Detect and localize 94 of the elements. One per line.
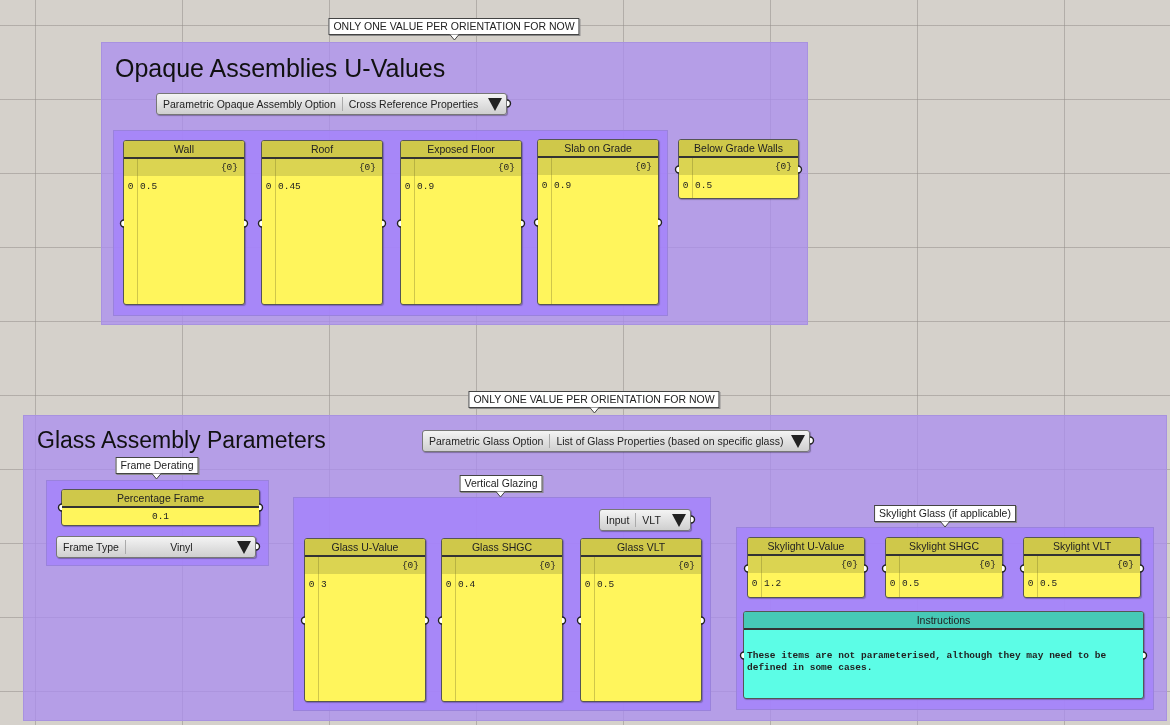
panel-header: Glass VLT (581, 539, 701, 557)
tree-path-label: {0} (677, 560, 695, 571)
index-label: 0 (751, 578, 758, 589)
tree-path-label: {0} (840, 559, 858, 570)
panel-header: Instructions (744, 612, 1143, 630)
value-text: 0.4 (458, 579, 476, 590)
tree-path-label: {0} (774, 161, 792, 172)
input-port-icon[interactable] (56, 503, 62, 512)
value-list-dropdown[interactable]: Parametric Opaque Assembly Option Cross Reference Properties (156, 93, 507, 115)
output-port-icon[interactable] (810, 436, 816, 445)
output-port-icon[interactable] (256, 542, 262, 551)
panel-header: Wall (124, 141, 244, 159)
panel-header: Skylight U-Value (748, 538, 864, 556)
panel-header: Exposed Floor (401, 141, 521, 159)
value-text: 0.9 (554, 180, 572, 191)
callout-pointer-icon (152, 473, 162, 479)
output-port-icon[interactable] (521, 218, 527, 228)
callout-pointer-icon (940, 521, 950, 527)
caret-icon (488, 97, 502, 111)
index-label: 0 (889, 578, 896, 589)
output-port-icon[interactable] (425, 616, 431, 625)
output-port-icon[interactable] (1143, 651, 1149, 660)
callout-pointer-icon (449, 34, 459, 40)
output-port-icon[interactable] (658, 218, 664, 227)
output-port-icon[interactable] (1140, 563, 1146, 573)
caret-icon (791, 434, 805, 448)
value-text: 0.1 (151, 511, 170, 522)
note-text: These items are not parameterised, although they may need to be defined in some cases. (746, 650, 1108, 674)
panel-header: Skylight VLT (1024, 538, 1140, 556)
output-port-icon[interactable] (864, 563, 870, 573)
output-port-icon[interactable] (382, 218, 388, 228)
value-list-dropdown[interactable]: Frame Type Vinyl (56, 536, 256, 558)
output-port-icon[interactable] (691, 515, 697, 524)
output-port-icon[interactable] (507, 99, 513, 108)
group-title: Glass Assembly Parameters (37, 429, 326, 452)
input-port-icon[interactable] (118, 218, 124, 228)
value-text: 0.45 (278, 181, 301, 192)
tree-path-label: {0} (220, 162, 238, 173)
value-text: 0.5 (597, 579, 615, 590)
tree-path-label: {0} (401, 560, 419, 571)
group-title: Opaque Assemblies U-Values (115, 56, 446, 81)
panel-header: Skylight SHGC (886, 538, 1002, 556)
output-port-icon[interactable] (701, 616, 707, 625)
output-port-icon[interactable] (1002, 563, 1008, 573)
panel-header: Below Grade Walls (679, 140, 798, 158)
value-text: 0.5 (902, 578, 920, 589)
index-label: 0 (1027, 578, 1034, 589)
input-port-icon[interactable] (575, 616, 581, 625)
value-text: 0.5 (1040, 578, 1058, 589)
output-port-icon[interactable] (259, 503, 265, 512)
output-port-icon[interactable] (244, 218, 250, 228)
caret-icon (237, 540, 251, 554)
output-port-icon[interactable] (562, 616, 568, 625)
tree-path-label: {0} (538, 560, 556, 571)
index-label: 0 (265, 181, 272, 192)
panel-header: Roof (262, 141, 382, 159)
input-port-icon[interactable] (436, 616, 442, 625)
caret-icon (672, 513, 686, 527)
callout-pointer-icon (496, 491, 506, 497)
index-label: 0 (682, 180, 689, 191)
panel-header: Percentage Frame (62, 490, 259, 508)
panel-header: Glass SHGC (442, 539, 562, 557)
panel-header: Glass U-Value (305, 539, 425, 557)
value-text: 0.5 (695, 180, 713, 191)
index-label: 0 (308, 579, 315, 590)
callout-pointer-icon (589, 407, 599, 413)
index-label: 0 (404, 181, 411, 192)
index-label: 0 (127, 181, 134, 192)
tree-path-label: {0} (978, 559, 996, 570)
value-text: 3 (321, 579, 327, 590)
value-text: 0.5 (140, 181, 158, 192)
input-port-icon[interactable] (742, 563, 748, 573)
index-label: 0 (445, 579, 452, 590)
input-port-icon[interactable] (395, 218, 401, 228)
value-text: 0.9 (417, 181, 435, 192)
value-list-dropdown[interactable]: Parametric Glass Option List of Glass Properties (based on specific glass) (422, 430, 810, 452)
tree-path-label: {0} (358, 162, 376, 173)
input-port-icon[interactable] (673, 165, 679, 174)
value-list-dropdown[interactable]: Input VLT (599, 509, 691, 531)
index-label: 0 (584, 579, 591, 590)
input-port-icon[interactable] (299, 616, 305, 625)
input-port-icon[interactable] (532, 218, 538, 227)
input-port-icon[interactable] (1018, 563, 1024, 573)
value-text: 1.2 (764, 578, 782, 589)
number-node[interactable]: Percentage Frame 0.1 (61, 489, 260, 526)
output-port-icon[interactable] (798, 165, 804, 174)
input-port-icon[interactable] (256, 218, 262, 228)
tree-path-label: {0} (497, 162, 515, 173)
input-port-icon[interactable] (738, 651, 744, 660)
panel-header: Slab on Grade (538, 140, 658, 158)
index-label: 0 (541, 180, 548, 191)
tree-path-label: {0} (634, 161, 652, 172)
input-port-icon[interactable] (880, 563, 886, 573)
tree-path-label: {0} (1116, 559, 1134, 570)
